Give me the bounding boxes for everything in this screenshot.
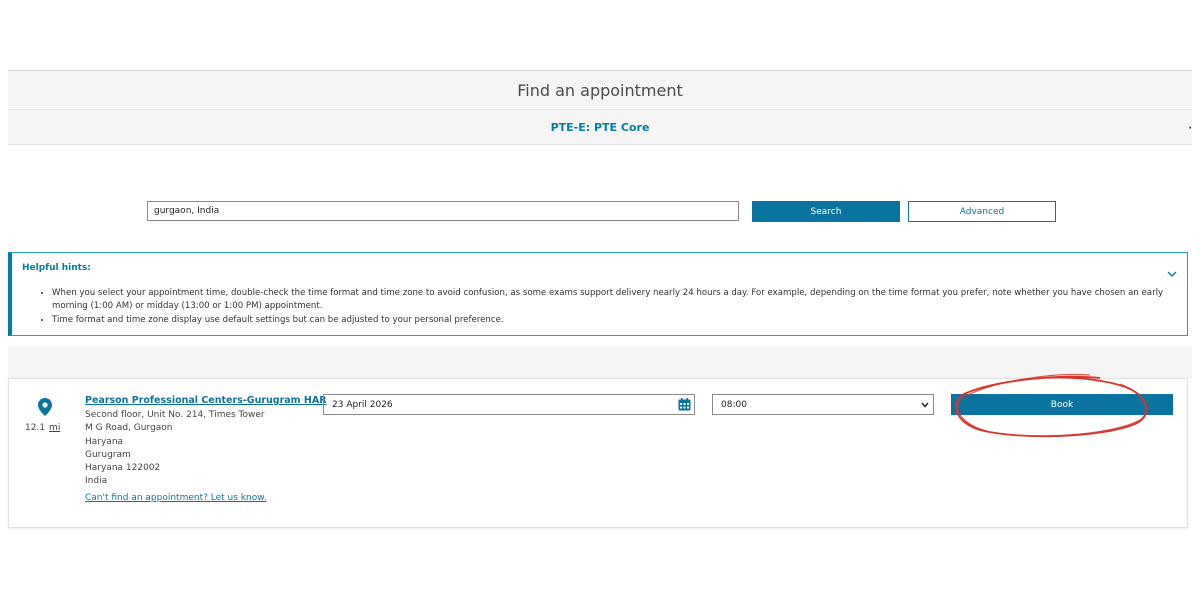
book-button[interactable]: Book bbox=[951, 394, 1173, 415]
location-pin-icon bbox=[38, 398, 52, 416]
address-line: Haryana 122002 bbox=[85, 463, 161, 474]
hints-list: When you select your appointment time, d… bbox=[22, 287, 1192, 328]
results-spacer bbox=[8, 346, 1192, 378]
hint-item: Time format and time zone display use de… bbox=[52, 314, 1192, 327]
appointment-time-value: 08:00 bbox=[721, 399, 747, 410]
address-line: Haryana bbox=[85, 436, 124, 447]
exam-name: PTE-E: PTE Core bbox=[550, 120, 650, 134]
distance-value: 12.1 bbox=[25, 423, 46, 433]
distance-unit[interactable]: mi bbox=[49, 423, 60, 433]
calendar-icon[interactable] bbox=[678, 398, 691, 411]
location-search-input[interactable] bbox=[147, 201, 739, 221]
test-center-name-link[interactable]: Pearson Professional Centers-Gurugram HA… bbox=[85, 395, 327, 406]
exam-bar: PTE-E: PTE Core · bbox=[8, 110, 1192, 145]
page-title-bar: Find an appointment bbox=[8, 71, 1192, 110]
test-center-result: 12.1 mi Pearson Professional Centers-Guru… bbox=[8, 378, 1188, 528]
address-line: Gurugram bbox=[85, 449, 131, 460]
edge-marker: · bbox=[1188, 123, 1192, 134]
appointment-time-select[interactable]: 08:00 bbox=[712, 394, 934, 415]
chevron-down-icon[interactable] bbox=[1167, 269, 1177, 279]
address-line: Second floor, Unit No. 214, Times Tower bbox=[85, 410, 265, 420]
address-line: India bbox=[85, 476, 108, 487]
appointment-date-value: 23 April 2026 bbox=[332, 399, 393, 410]
cant-find-appointment-link[interactable]: Can't find an appointment? Let us know. bbox=[85, 493, 267, 503]
hints-title: Helpful hints: bbox=[22, 263, 91, 273]
appointment-date-input[interactable]: 23 April 2026 bbox=[323, 394, 695, 415]
hint-item: When you select your appointment time, d… bbox=[52, 287, 1192, 313]
distance: 12.1 mi bbox=[25, 423, 60, 433]
search-button[interactable]: Search bbox=[752, 201, 900, 222]
chevron-down-icon bbox=[921, 402, 929, 408]
page-title: Find an appointment bbox=[517, 80, 683, 100]
address-line: M G Road, Gurgaon bbox=[85, 423, 173, 434]
helpful-hints-panel: Helpful hints: When you select your appo… bbox=[8, 252, 1188, 336]
advanced-search-button[interactable]: Advanced bbox=[908, 201, 1056, 222]
test-center-address: Second floor, Unit No. 214, Times Tower … bbox=[85, 409, 265, 489]
